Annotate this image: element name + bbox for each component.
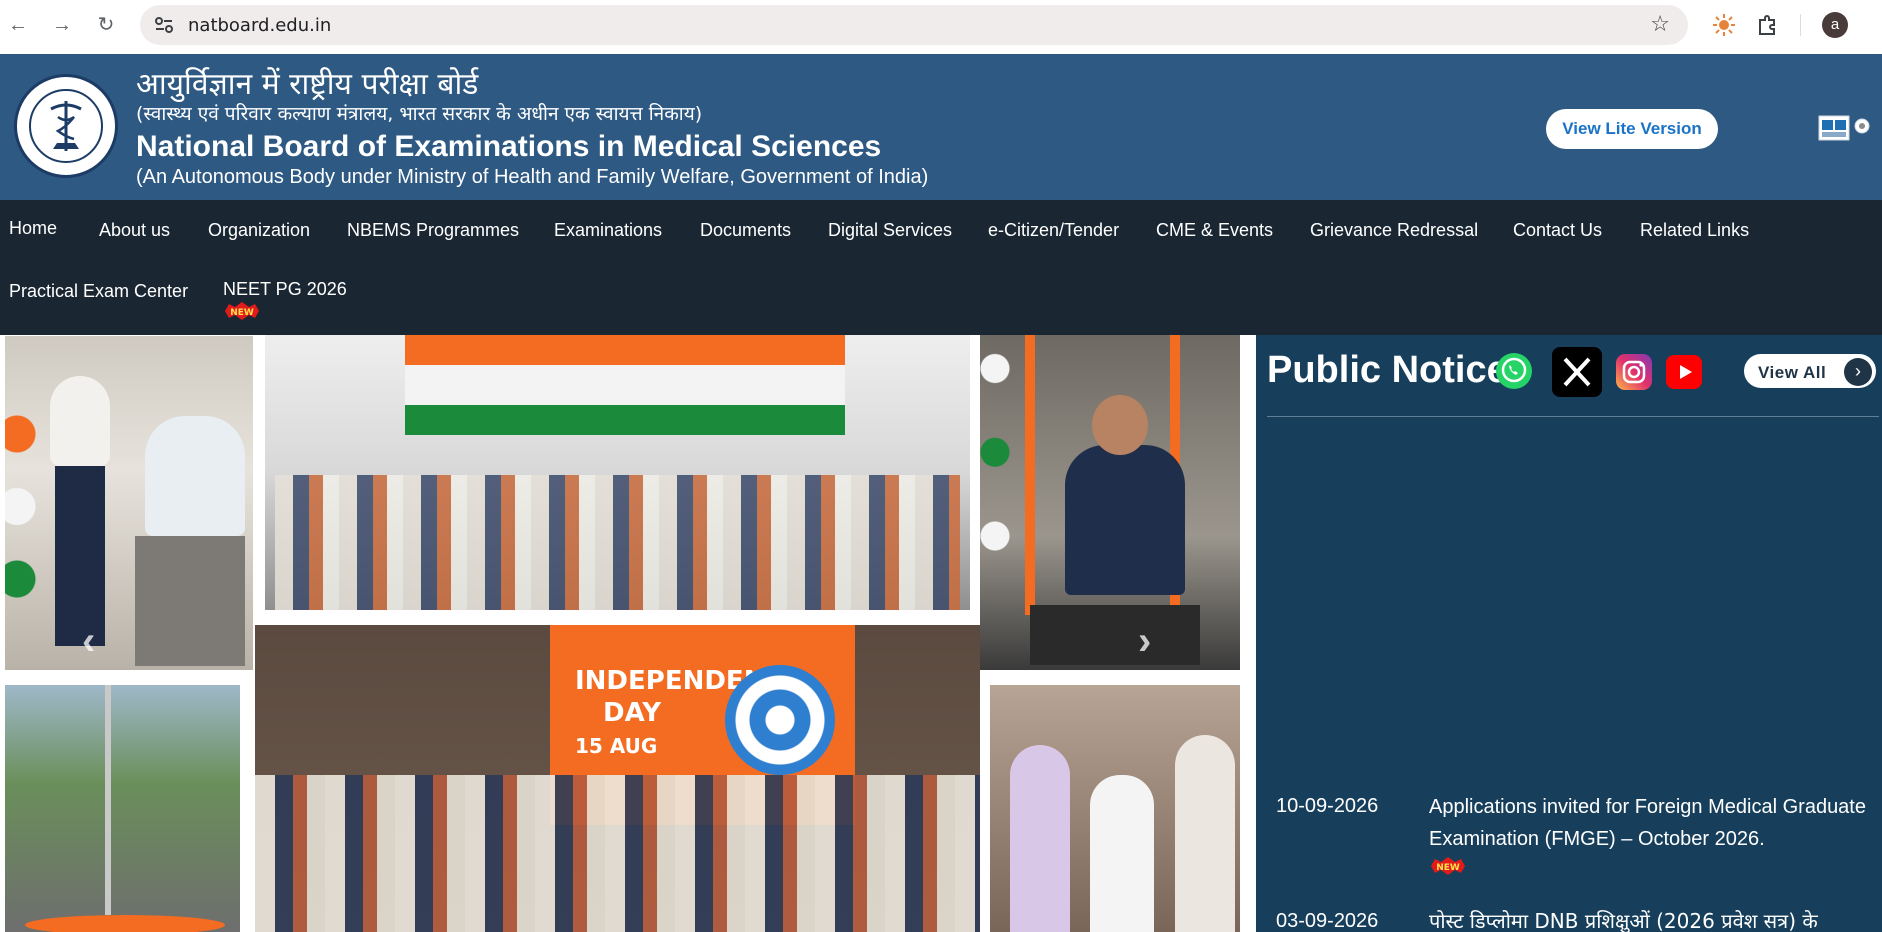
x-twitter-icon[interactable] xyxy=(1552,347,1602,397)
back-icon[interactable]: ← xyxy=(4,11,32,39)
notice-link[interactable]: पोस्ट डिप्लोमा DNB प्रशिक्षुओं (2026 प्र… xyxy=(1429,905,1866,932)
new-badge-icon: NEW xyxy=(225,302,259,320)
nav-examinations[interactable]: Examinations xyxy=(554,220,662,241)
view-all-label: View All xyxy=(1758,363,1827,382)
extensions-puzzle-icon[interactable] xyxy=(1754,11,1782,39)
whatsapp-icon[interactable] xyxy=(1494,351,1534,391)
banner-text-day: DAY xyxy=(603,698,662,728)
browser-toolbar: ← → ↻ natboard.edu.in ☆ a xyxy=(0,0,1882,54)
notice-date: 10-09-2026 xyxy=(1276,795,1379,817)
caduceus-icon xyxy=(50,101,82,151)
carousel-prev-icon[interactable]: ‹ xyxy=(82,619,95,664)
bookmark-star-icon[interactable]: ☆ xyxy=(1650,11,1670,37)
nav-e-citizen-tender[interactable]: e-Citizen/Tender xyxy=(988,220,1119,241)
nav-contact-us[interactable]: Contact Us xyxy=(1513,220,1602,241)
nav-nbems-programmes[interactable]: NBEMS Programmes xyxy=(347,220,519,241)
nav-organization[interactable]: Organization xyxy=(208,220,310,241)
carousel-photo-children xyxy=(990,685,1240,932)
view-lite-version-button[interactable]: View Lite Version xyxy=(1546,109,1718,149)
nav-grievance-redressal[interactable]: Grievance Redressal xyxy=(1310,220,1478,241)
carousel-photo-group xyxy=(255,335,980,620)
view-all-button[interactable]: View All › xyxy=(1742,352,1878,390)
profile-avatar[interactable]: a xyxy=(1822,12,1848,38)
extension-sun-icon[interactable] xyxy=(1710,11,1738,39)
youtube-icon[interactable] xyxy=(1664,353,1704,391)
main-navigation: Home About us Organization NBEMS Program… xyxy=(0,200,1882,335)
notice-date: 03-09-2026 xyxy=(1276,910,1379,932)
hindi-title: आयुर्विज्ञान में राष्ट्रीय परीक्षा बोर्ड xyxy=(136,67,479,102)
site-header: आयुर्विज्ञान में राष्ट्रीय परीक्षा बोर्ड… xyxy=(0,54,1882,200)
banner-text-15-aug: 15 AUG xyxy=(575,734,658,758)
toolbar-divider xyxy=(1800,14,1801,36)
site-info-icon[interactable] xyxy=(150,11,178,39)
english-subtitle: (An Autonomous Body under Ministry of He… xyxy=(136,166,929,188)
nav-neet-pg-2026[interactable]: NEET PG 2026 xyxy=(223,279,347,300)
forward-icon[interactable]: → xyxy=(48,11,76,39)
nav-home[interactable]: Home xyxy=(9,218,57,239)
nav-practical-exam-center[interactable]: Practical Exam Center xyxy=(9,281,188,302)
chevron-right-icon: › xyxy=(1844,358,1872,386)
accessibility-icon[interactable] xyxy=(1818,114,1872,142)
carousel-next-icon[interactable]: › xyxy=(1138,619,1151,664)
instagram-icon[interactable] xyxy=(1614,352,1654,392)
address-bar[interactable]: natboard.edu.in ☆ xyxy=(140,5,1688,45)
reload-icon[interactable]: ↻ xyxy=(92,11,120,39)
new-badge-text: NEW xyxy=(1436,863,1460,873)
notice-link[interactable]: Applications invited for Foreign Medical… xyxy=(1429,791,1866,855)
carousel-photo-flags xyxy=(5,336,253,670)
notice-divider xyxy=(1267,416,1879,417)
nav-related-links[interactable]: Related Links xyxy=(1640,220,1749,241)
carousel-photo-independence-day: INDEPENDENCE DAY 15 AUG xyxy=(255,625,980,932)
public-notice-title: Public Notice xyxy=(1267,349,1508,391)
public-notice-panel: Public Notice View All › 10-09-2026 Appl… xyxy=(1256,335,1882,932)
nav-about-us[interactable]: About us xyxy=(99,220,170,241)
nav-cme-events[interactable]: CME & Events xyxy=(1156,220,1273,241)
carousel-photo-flag-hoisting xyxy=(5,685,240,932)
logo-emblem xyxy=(29,89,103,163)
url-text[interactable]: natboard.edu.in xyxy=(188,15,331,36)
english-title: National Board of Examinations in Medica… xyxy=(136,130,882,163)
new-badge-text: NEW xyxy=(230,308,254,318)
notice-text: पोस्ट डिप्लोमा DNB प्रशिक्षुओं (2026 प्र… xyxy=(1429,909,1818,932)
nbems-logo[interactable] xyxy=(14,74,118,178)
nav-documents[interactable]: Documents xyxy=(700,220,791,241)
photo-carousel[interactable]: INDEPENDENCE DAY 15 AUG ‹ › xyxy=(0,335,1256,932)
hindi-subtitle: (स्वास्थ्य एवं परिवार कल्याण मंत्रालय, भ… xyxy=(136,103,703,125)
notice-text: Applications invited for Foreign Medical… xyxy=(1429,796,1866,850)
nav-digital-services[interactable]: Digital Services xyxy=(828,220,952,241)
new-badge-icon: NEW xyxy=(1431,857,1465,875)
carousel-photo-speaker xyxy=(980,335,1240,670)
